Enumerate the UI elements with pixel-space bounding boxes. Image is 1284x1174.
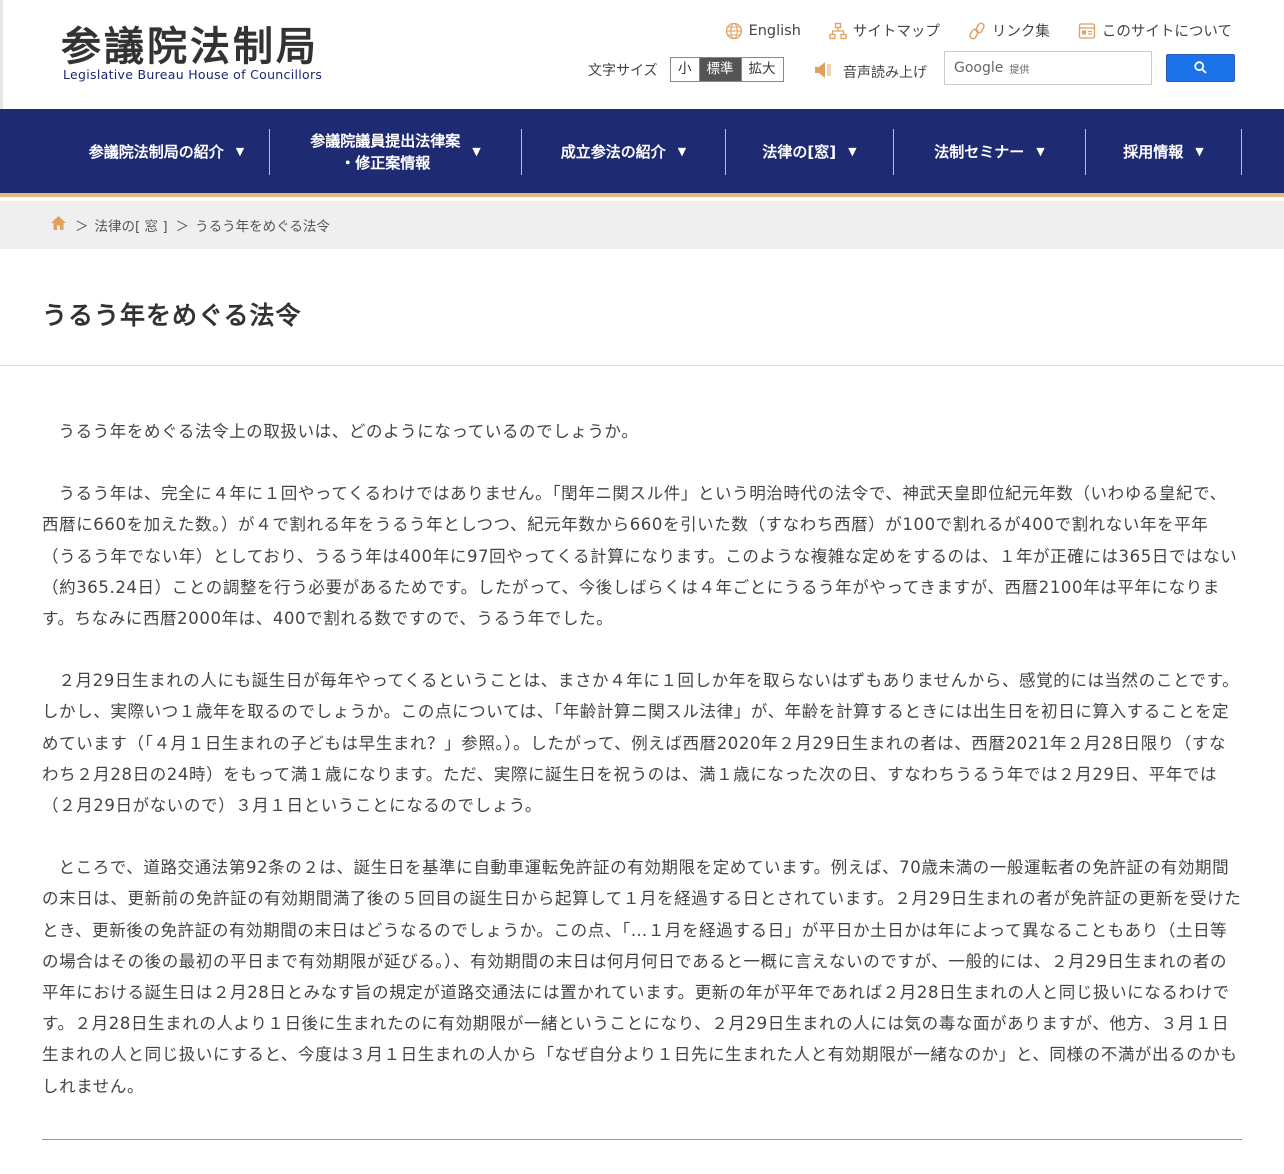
chevron-down-icon: ▼ bbox=[677, 145, 687, 158]
text-to-speech-label: 音声読み上げ bbox=[843, 65, 927, 81]
nav-item-law-window[interactable]: 法律の[窓] ▼ bbox=[726, 129, 894, 175]
english-link-label: English bbox=[748, 22, 801, 39]
page-title: うるう年をめぐる法令 bbox=[42, 301, 302, 330]
chevron-down-icon: ▼ bbox=[1036, 145, 1045, 158]
globe-icon bbox=[725, 22, 743, 40]
chevron-down-icon: ▼ bbox=[848, 145, 857, 158]
nav-item-about-bureau[interactable]: 参議院法制局の紹介 ▼ bbox=[64, 129, 270, 175]
search-provided-label: 提供 bbox=[1009, 64, 1030, 76]
text-to-speech-button[interactable]: 音声読み上げ bbox=[813, 60, 927, 84]
chevron-down-icon: ▼ bbox=[1195, 145, 1204, 158]
about-site-link[interactable]: このサイトについて bbox=[1078, 20, 1232, 41]
links-page-link[interactable]: リンク集 bbox=[968, 20, 1050, 41]
font-size-small-button[interactable]: 小 bbox=[671, 58, 700, 81]
utility-links: English サイトマップ リンク集 このサイトについて bbox=[725, 20, 1232, 41]
content-divider bbox=[42, 1139, 1242, 1140]
breadcrumb-law-window[interactable]: 法律の[ 窓 ] bbox=[95, 215, 168, 235]
breadcrumb: ＞ 法律の[ 窓 ] ＞ うるう年をめぐる法令 bbox=[0, 201, 1284, 249]
links-page-label: リンク集 bbox=[991, 24, 1050, 40]
breadcrumb-separator: ＞ bbox=[175, 219, 190, 235]
speaker-icon bbox=[813, 60, 833, 84]
page-title-area: うるう年をめぐる法令 bbox=[0, 249, 1284, 366]
sitemap-link-label: サイトマップ bbox=[852, 24, 940, 40]
site-logo-en[interactable]: Legislative Bureau House of Councillors bbox=[63, 67, 322, 82]
main-nav: 参議院法制局の紹介 ▼ 参議院議員提出法律案 ・修正案情報 ▼ 成立参法の紹介 ▼ 法… bbox=[0, 109, 1284, 197]
search-icon bbox=[1194, 59, 1207, 78]
nav-item-label: 採用情報 bbox=[1123, 143, 1184, 161]
info-icon bbox=[1078, 22, 1096, 40]
nav-item-enacted-laws[interactable]: 成立参法の紹介 ▼ bbox=[522, 129, 726, 175]
font-size-label: 文字サイズ bbox=[588, 63, 658, 79]
link-icon bbox=[968, 22, 986, 40]
nav-item-bills[interactable]: 参議院議員提出法律案 ・修正案情報 ▼ bbox=[270, 129, 522, 175]
font-size-selector: 小 標準 拡大 bbox=[670, 57, 784, 82]
google-brand: Google bbox=[954, 60, 1004, 76]
breadcrumb-current: うるう年をめぐる法令 bbox=[195, 219, 330, 235]
font-size-large-button[interactable]: 拡大 bbox=[741, 58, 783, 81]
nav-item-label: 成立参法の紹介 bbox=[560, 143, 666, 161]
sitemap-link[interactable]: サイトマップ bbox=[829, 20, 940, 41]
nav-item-seminar[interactable]: 法制セミナー ▼ bbox=[894, 129, 1086, 175]
english-link[interactable]: English bbox=[725, 20, 801, 41]
article-body: うるう年をめぐる法令上の取扱いは、どのようになっているのでしょうか。 うるう年は… bbox=[42, 416, 1242, 1133]
search-button[interactable] bbox=[1166, 54, 1235, 82]
article-paragraph: ところで、道路交通法第92条の２は、誕生日を基準に自動車運転免許証の有効期限を定… bbox=[42, 858, 1242, 1096]
nav-item-recruit[interactable]: 採用情報 ▼ bbox=[1086, 129, 1242, 175]
article-paragraph: うるう年をめぐる法令上の取扱いは、どのようになっているのでしょうか。 bbox=[58, 422, 639, 441]
nav-item-label: 参議院議員提出法律案 ・修正案情報 bbox=[310, 132, 461, 172]
article-paragraph: うるう年は、完全に４年に１回やってくるわけではありません。「閏年ニ関スル件」とい… bbox=[42, 484, 1238, 629]
sitemap-icon bbox=[829, 22, 847, 40]
breadcrumb-separator: ＞ bbox=[75, 219, 89, 235]
font-size-standard-button[interactable]: 標準 bbox=[699, 58, 742, 81]
about-site-label: このサイトについて bbox=[1101, 24, 1232, 40]
nav-item-label: 法律の[窓] bbox=[762, 143, 837, 161]
site-logo-jp[interactable]: 参議院法制局 bbox=[61, 14, 319, 72]
search-input[interactable]: Google 提供 bbox=[944, 51, 1152, 85]
chevron-down-icon: ▼ bbox=[472, 145, 481, 158]
article-paragraph: ２月29日生まれの人にも誕生日が毎年やってくるということは、まさか４年に１回しか… bbox=[42, 671, 1240, 816]
nav-item-label: 法制セミナー bbox=[934, 143, 1025, 161]
site-header: 参議院法制局 Legislative Bureau House of Counc… bbox=[0, 0, 1284, 109]
nav-item-label: 参議院法制局の紹介 bbox=[88, 143, 224, 161]
home-icon[interactable] bbox=[50, 215, 67, 235]
chevron-down-icon: ▼ bbox=[235, 145, 245, 158]
